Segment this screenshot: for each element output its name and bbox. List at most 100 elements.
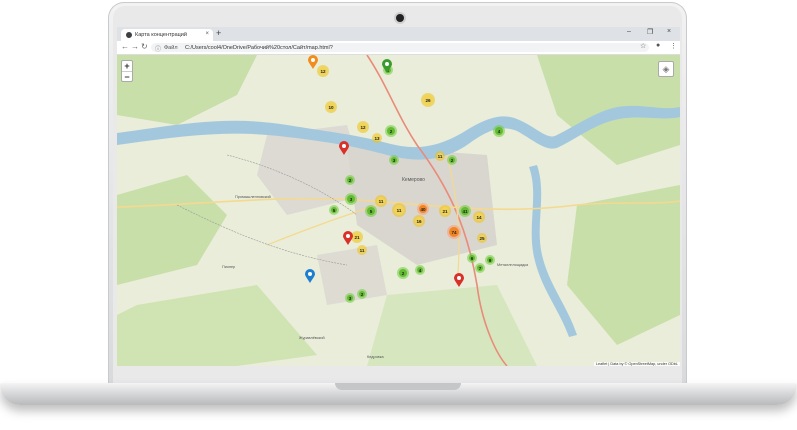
marker-cluster[interactable]: 14 <box>473 211 485 223</box>
cluster-count: 6 <box>469 255 475 261</box>
cluster-count: 12 <box>359 123 367 131</box>
marker-cluster[interactable]: 74 <box>447 225 461 239</box>
map-label: Промышленновский <box>235 195 271 199</box>
cluster-count: 3 <box>347 295 353 301</box>
marker-cluster[interactable]: 3 <box>389 155 399 165</box>
cluster-count: 2 <box>359 291 365 297</box>
bookmark-star-icon[interactable]: ☆ <box>640 42 646 50</box>
address-bar[interactable]: ⓘ Файл C:/Users/cool4/OneDrive/Рабочий%2… <box>151 43 649 53</box>
cluster-count: 10 <box>327 103 335 111</box>
minimize-button[interactable]: – <box>627 28 631 35</box>
marker-cluster[interactable]: 13 <box>372 133 382 143</box>
cluster-count: 5 <box>367 207 375 215</box>
cluster-count: 5 <box>331 207 337 213</box>
map-pin-marker-icon[interactable] <box>308 55 318 69</box>
marker-cluster[interactable]: 5 <box>329 205 339 215</box>
map-label: Журавлёвский <box>299 336 325 340</box>
cluster-count: 4 <box>417 267 423 273</box>
cluster-count: 41 <box>461 207 469 215</box>
laptop-hinge-notch <box>335 383 461 390</box>
menu-icon[interactable]: ⋮ <box>670 42 677 50</box>
cluster-count: 12 <box>319 67 327 75</box>
cluster-count: 11 <box>377 197 385 205</box>
cluster-count: 7 <box>477 265 483 271</box>
marker-cluster[interactable]: 21 <box>439 205 451 217</box>
cluster-count: 21 <box>441 207 449 215</box>
map-view[interactable]: + − ◈ Кемерово Промышленновский Журавлёв… <box>117 55 680 366</box>
map-pin-marker-icon[interactable] <box>343 231 353 245</box>
map-attribution[interactable]: Leaflet | Data by © OpenStreetMap, under… <box>593 362 680 366</box>
address-scheme-label: Файл <box>164 44 178 51</box>
marker-cluster[interactable]: 2 <box>357 289 367 299</box>
marker-cluster[interactable]: 3 <box>345 193 357 205</box>
marker-cluster[interactable]: 2 <box>345 175 355 185</box>
marker-cluster[interactable]: 4 <box>493 125 505 137</box>
marker-cluster[interactable]: 5 <box>365 205 377 217</box>
back-button[interactable]: ← <box>121 42 129 51</box>
layers-icon[interactable]: ◈ <box>658 61 674 77</box>
cluster-count: 11 <box>359 247 365 253</box>
cluster-count: 11 <box>437 153 443 159</box>
marker-cluster[interactable]: 3 <box>345 293 355 303</box>
cluster-count: 3 <box>347 195 355 203</box>
browser-window: Карта концентраций × + – ❐ × ← → ↻ ⓘ Фай… <box>117 27 680 366</box>
marker-cluster[interactable]: 2 <box>397 267 409 279</box>
marker-cluster[interactable]: 4 <box>415 265 425 275</box>
marker-cluster[interactable]: 40 <box>417 203 429 215</box>
marker-cluster[interactable]: 9 <box>485 255 495 265</box>
cluster-count: 9 <box>487 257 493 263</box>
tab-map[interactable]: Карта концентраций × <box>121 29 213 41</box>
tab-close-icon[interactable]: × <box>205 31 209 37</box>
cluster-count: 4 <box>495 127 503 135</box>
marker-cluster[interactable]: 16 <box>413 215 425 227</box>
address-url[interactable]: C:/Users/cool4/OneDrive/Рабочий%20стол/С… <box>185 45 333 51</box>
maximize-button[interactable]: ❐ <box>647 28 653 36</box>
cluster-count: 3 <box>391 157 397 163</box>
new-tab-button[interactable]: + <box>216 28 221 38</box>
marker-cluster[interactable]: 11 <box>392 203 406 217</box>
cluster-count: 2 <box>399 269 407 277</box>
cluster-count: 2 <box>347 177 353 183</box>
cluster-count: 40 <box>419 205 427 213</box>
marker-cluster[interactable]: 2 <box>447 155 457 165</box>
reload-button[interactable]: ↻ <box>141 42 148 51</box>
map-pin-marker-icon[interactable] <box>454 273 464 287</box>
marker-cluster[interactable]: 25 <box>477 233 487 243</box>
cluster-count: 74 <box>449 227 459 237</box>
forward-button[interactable]: → <box>131 42 139 51</box>
map-label: Пионер <box>222 265 236 269</box>
cluster-count: 14 <box>475 213 483 221</box>
marker-cluster[interactable]: 12 <box>357 121 369 133</box>
marker-cluster[interactable]: 6 <box>467 253 477 263</box>
zoom-out-button[interactable]: − <box>122 72 132 82</box>
zoom-control: + − <box>121 60 133 82</box>
cluster-count: 16 <box>415 217 423 225</box>
cluster-count: 2 <box>449 157 455 163</box>
cluster-count: 25 <box>479 235 485 241</box>
close-window-button[interactable]: × <box>667 28 671 35</box>
map-pin-marker-icon[interactable] <box>339 141 349 155</box>
map-label: Кедровка <box>367 355 384 359</box>
map-pin-marker-icon[interactable] <box>382 59 392 73</box>
marker-cluster[interactable]: 11 <box>435 151 445 161</box>
tab-title: Карта концентраций <box>135 32 187 38</box>
marker-cluster[interactable]: 11 <box>375 195 387 207</box>
webcam <box>396 14 404 22</box>
tab-strip: Карта концентраций × + – ❐ × <box>117 27 680 41</box>
marker-cluster[interactable]: 12 <box>317 65 329 77</box>
cluster-count: 21 <box>353 233 361 241</box>
marker-cluster[interactable]: 10 <box>325 101 337 113</box>
browser-toolbar: ← → ↻ ⓘ Файл C:/Users/cool4/OneDrive/Раб… <box>117 41 680 55</box>
marker-cluster[interactable]: 41 <box>459 205 471 217</box>
globe-icon <box>126 32 132 38</box>
cluster-count: 13 <box>374 135 380 141</box>
zoom-in-button[interactable]: + <box>122 61 132 72</box>
marker-cluster[interactable]: 11 <box>357 245 367 255</box>
profile-icon[interactable]: ● <box>656 42 660 49</box>
marker-cluster[interactable]: 26 <box>421 93 435 107</box>
map-pin-marker-icon[interactable] <box>305 269 315 283</box>
info-icon[interactable]: ⓘ <box>155 44 161 53</box>
marker-cluster[interactable]: 7 <box>475 263 485 273</box>
marker-cluster[interactable]: 2 <box>385 125 397 137</box>
cluster-count: 2 <box>387 127 395 135</box>
